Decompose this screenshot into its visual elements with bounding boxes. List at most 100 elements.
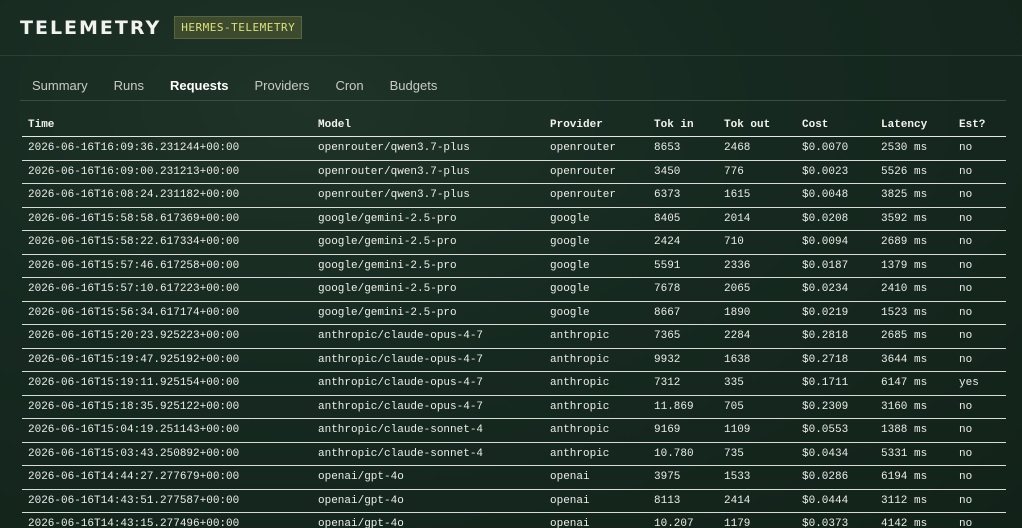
cell-cost: $0.0219 [796, 301, 875, 325]
column-header-tok-out: Tok out [718, 114, 796, 137]
cell-est: no [953, 395, 1006, 419]
cell-time: 2026-06-16T15:19:11.925154+00:00 [22, 371, 312, 396]
cell-model: anthropic/claude-sonnet-4 [312, 442, 544, 466]
cell-model: openrouter/qwen3.7-plus [312, 183, 544, 208]
cell-time: 2026-06-16T16:09:00.231213+00:00 [22, 160, 312, 184]
app-title: TELEMETRY [20, 16, 162, 39]
table-row[interactable]: 2026-06-16T15:56:34.617174+00:00 google/g… [22, 301, 1006, 325]
cell-tok-in: 10.207 [648, 512, 718, 528]
cell-latency: 3592 ms [875, 207, 953, 231]
cell-tok-in: 11.869 [648, 395, 718, 419]
cell-latency: 3825 ms [875, 183, 953, 208]
cell-latency: 3160 ms [875, 395, 953, 419]
cell-latency: 2530 ms [875, 136, 953, 161]
cell-tok-in: 5591 [648, 254, 718, 278]
cell-provider: anthropic [544, 371, 648, 396]
cell-provider: anthropic [544, 442, 648, 466]
cell-est: no [953, 489, 1006, 513]
table-row[interactable]: 2026-06-16T15:58:58.617369+00:00 google/g… [22, 207, 1006, 231]
table-row[interactable]: 2026-06-16T14:43:15.277496+00:00 openai/g… [22, 512, 1006, 528]
cell-model: google/gemini-2.5-pro [312, 230, 544, 255]
cell-cost: $0.2818 [796, 324, 875, 349]
cell-model: openai/gpt-4o [312, 489, 544, 513]
tab-runs[interactable]: Runs [102, 70, 156, 100]
cell-cost: $0.0070 [796, 136, 875, 161]
table-row[interactable]: 2026-06-16T15:18:35.925122+00:00 anthropi… [22, 395, 1006, 419]
cell-cost: $0.0286 [796, 465, 875, 490]
table-row[interactable]: 2026-06-16T14:43:51.277587+00:00 openai/g… [22, 489, 1006, 513]
table-row[interactable]: 2026-06-16T15:57:10.617223+00:00 google/g… [22, 277, 1006, 302]
table-row[interactable]: 2026-06-16T16:08:24.231182+00:00 openrout… [22, 183, 1006, 208]
cell-time: 2026-06-16T16:09:36.231244+00:00 [22, 136, 312, 161]
cell-tok-in: 7365 [648, 324, 718, 349]
cell-tok-in: 6373 [648, 183, 718, 208]
cell-latency: 3644 ms [875, 348, 953, 372]
cell-tok-in: 9169 [648, 418, 718, 443]
table-row[interactable]: 2026-06-16T15:57:46.617258+00:00 google/g… [22, 254, 1006, 278]
table-row[interactable]: 2026-06-16T15:58:22.617334+00:00 google/g… [22, 230, 1006, 255]
cell-time: 2026-06-16T15:57:46.617258+00:00 [22, 254, 312, 278]
cell-est: no [953, 301, 1006, 325]
table-row[interactable]: 2026-06-16T15:19:47.925192+00:00 anthropi… [22, 348, 1006, 372]
cell-model: anthropic/claude-opus-4-7 [312, 395, 544, 419]
table-row[interactable]: 2026-06-16T15:04:19.251143+00:00 anthropi… [22, 418, 1006, 443]
cell-provider: google [544, 277, 648, 302]
cell-provider: google [544, 230, 648, 255]
tab-summary[interactable]: Summary [20, 70, 100, 100]
table-header-row: Time Model Provider Tok in Tok out Cost Latenc… [22, 114, 1006, 137]
cell-cost: $0.2309 [796, 395, 875, 419]
cell-model: openrouter/qwen3.7-plus [312, 136, 544, 161]
cell-tok-in: 3975 [648, 465, 718, 490]
cell-est: no [953, 254, 1006, 278]
cell-tok-in: 2424 [648, 230, 718, 255]
cell-cost: $0.0553 [796, 418, 875, 443]
cell-model: anthropic/claude-opus-4-7 [312, 348, 544, 372]
cell-tok-out: 2468 [718, 136, 796, 161]
cell-tok-in: 10.780 [648, 442, 718, 466]
cell-est: no [953, 183, 1006, 208]
cell-cost: $0.0208 [796, 207, 875, 231]
cell-time: 2026-06-16T15:56:34.617174+00:00 [22, 301, 312, 325]
cell-est: no [953, 136, 1006, 161]
cell-est: no [953, 418, 1006, 443]
cell-tok-out: 776 [718, 160, 796, 184]
cell-tok-in: 8405 [648, 207, 718, 231]
cell-tok-in: 9932 [648, 348, 718, 372]
cell-provider: openrouter [544, 136, 648, 161]
table-row[interactable]: 2026-06-16T15:20:23.925223+00:00 anthropi… [22, 324, 1006, 349]
cell-est: no [953, 465, 1006, 490]
tab-requests[interactable]: Requests [158, 70, 241, 100]
table-row[interactable]: 2026-06-16T16:09:00.231213+00:00 openrout… [22, 160, 1006, 184]
cell-tok-in: 3450 [648, 160, 718, 184]
cell-tok-out: 1615 [718, 183, 796, 208]
cell-tok-out: 1533 [718, 465, 796, 490]
cell-est: no [953, 160, 1006, 184]
cell-latency: 6194 ms [875, 465, 953, 490]
cell-latency: 2685 ms [875, 324, 953, 349]
cell-model: google/gemini-2.5-pro [312, 254, 544, 278]
cell-latency: 5526 ms [875, 160, 953, 184]
cell-model: anthropic/claude-sonnet-4 [312, 418, 544, 443]
cell-provider: openrouter [544, 160, 648, 184]
cell-time: 2026-06-16T15:20:23.925223+00:00 [22, 324, 312, 349]
cell-model: anthropic/claude-opus-4-7 [312, 324, 544, 349]
table-row[interactable]: 2026-06-16T16:09:36.231244+00:00 openrout… [22, 136, 1006, 161]
cell-est: no [953, 277, 1006, 302]
tab-providers[interactable]: Providers [243, 70, 322, 100]
table-row[interactable]: 2026-06-16T15:03:43.250892+00:00 anthropi… [22, 442, 1006, 466]
table-row[interactable]: 2026-06-16T14:44:27.277679+00:00 openai/g… [22, 465, 1006, 490]
tab-budgets[interactable]: Budgets [378, 70, 450, 100]
table-row[interactable]: 2026-06-16T15:19:11.925154+00:00 anthropi… [22, 371, 1006, 396]
cell-model: openrouter/qwen3.7-plus [312, 160, 544, 184]
tab-cron[interactable]: Cron [323, 70, 375, 100]
cell-cost: $0.0234 [796, 277, 875, 302]
cell-est: no [953, 442, 1006, 466]
cell-model: openai/gpt-4o [312, 465, 544, 490]
cell-tok-out: 2284 [718, 324, 796, 349]
cell-tok-out: 2014 [718, 207, 796, 231]
cell-time: 2026-06-16T16:08:24.231182+00:00 [22, 183, 312, 208]
cell-time: 2026-06-16T15:03:43.250892+00:00 [22, 442, 312, 466]
cell-est: no [953, 512, 1006, 528]
cell-provider: anthropic [544, 324, 648, 349]
app-badge: HERMES-TELEMETRY [174, 16, 303, 39]
